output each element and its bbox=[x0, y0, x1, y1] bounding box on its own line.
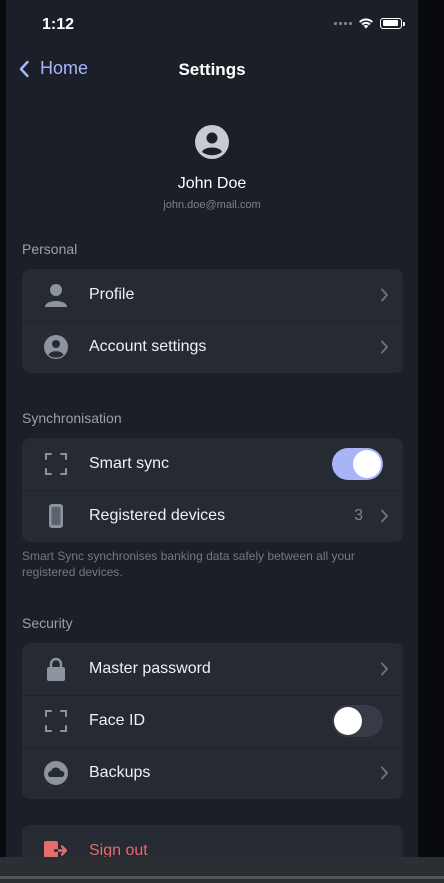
face-id-label: Face ID bbox=[89, 712, 146, 729]
bottom-overlay-bar bbox=[0, 857, 444, 883]
section-label-security: Security bbox=[22, 615, 73, 631]
master-password-row[interactable]: Master password bbox=[22, 643, 403, 695]
backups-label: Backups bbox=[89, 764, 151, 781]
signal-icon bbox=[334, 21, 352, 25]
account-settings-row[interactable]: Account settings bbox=[22, 321, 403, 373]
account-circle-icon bbox=[43, 334, 69, 360]
profile-label: Profile bbox=[89, 286, 135, 303]
avatar-icon[interactable] bbox=[195, 125, 229, 159]
sync-card: Smart sync Registered devices 3 bbox=[22, 438, 403, 542]
face-id-icon bbox=[43, 708, 69, 734]
smart-sync-help-text: Smart Sync synchronises banking data saf… bbox=[22, 549, 355, 579]
face-id-row[interactable]: Face ID bbox=[22, 695, 403, 747]
wifi-icon bbox=[359, 18, 373, 29]
status-icons bbox=[334, 17, 405, 29]
smart-sync-row[interactable]: Smart sync bbox=[22, 438, 403, 490]
device-count: 3 bbox=[354, 507, 363, 524]
lock-icon bbox=[43, 656, 69, 682]
toggle-knob bbox=[334, 707, 362, 735]
security-card: Master password Face ID Backups bbox=[22, 643, 403, 799]
registered-devices-label: Registered devices bbox=[89, 507, 226, 524]
person-icon bbox=[43, 282, 69, 308]
account-settings-label: Account settings bbox=[89, 338, 207, 355]
backups-row[interactable]: Backups bbox=[22, 747, 403, 799]
cloud-icon bbox=[43, 760, 69, 786]
section-label-sync: Synchronisation bbox=[22, 410, 122, 426]
profile-row[interactable]: Profile bbox=[22, 269, 403, 321]
page-title: Settings bbox=[178, 60, 246, 79]
personal-card: Profile Account settings bbox=[22, 269, 403, 373]
chevron-right-icon bbox=[381, 766, 389, 780]
user-email: john.doe@mail.com bbox=[163, 199, 261, 211]
chevron-right-icon bbox=[381, 340, 389, 354]
face-id-toggle[interactable] bbox=[332, 705, 383, 737]
master-password-label: Master password bbox=[89, 660, 211, 677]
chevron-right-icon bbox=[381, 509, 389, 523]
right-edge bbox=[418, 0, 444, 883]
section-label-personal: Personal bbox=[22, 241, 78, 257]
home-indicator-line bbox=[0, 876, 444, 879]
battery-icon bbox=[380, 17, 405, 29]
user-name: John Doe bbox=[177, 175, 247, 192]
phone-icon bbox=[43, 503, 69, 529]
smart-sync-toggle[interactable] bbox=[332, 448, 383, 480]
chevron-right-icon bbox=[381, 288, 389, 302]
toggle-knob bbox=[353, 450, 381, 478]
scan-frame-icon bbox=[43, 451, 69, 477]
registered-devices-row[interactable]: Registered devices 3 bbox=[22, 490, 403, 542]
settings-screen: 1:12 Home Settings John Doe john.doe@mai… bbox=[6, 0, 418, 883]
chevron-right-icon bbox=[381, 662, 389, 676]
smart-sync-label: Smart sync bbox=[89, 455, 170, 472]
status-time: 1:12 bbox=[42, 16, 75, 33]
